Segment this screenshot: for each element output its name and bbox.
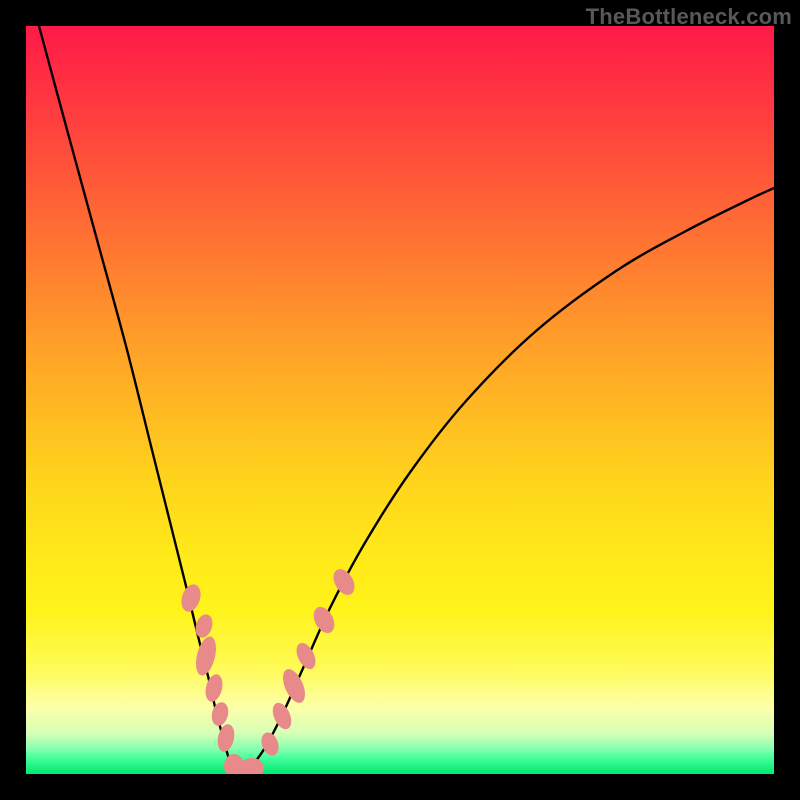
chart-frame: TheBottleneck.com bbox=[0, 0, 800, 800]
curve-group bbox=[39, 26, 774, 774]
data-marker bbox=[215, 723, 236, 754]
data-marker bbox=[309, 603, 338, 636]
data-marker bbox=[203, 672, 225, 703]
data-marker bbox=[178, 582, 204, 614]
data-marker bbox=[209, 700, 230, 727]
markers-group bbox=[178, 565, 359, 774]
data-marker bbox=[193, 612, 216, 640]
data-marker bbox=[329, 565, 359, 598]
data-marker bbox=[278, 666, 309, 706]
data-marker bbox=[269, 700, 295, 732]
data-marker bbox=[240, 758, 264, 774]
chart-svg bbox=[26, 26, 774, 774]
data-marker bbox=[293, 640, 320, 672]
curve-right bbox=[236, 188, 774, 774]
data-marker bbox=[192, 634, 219, 677]
